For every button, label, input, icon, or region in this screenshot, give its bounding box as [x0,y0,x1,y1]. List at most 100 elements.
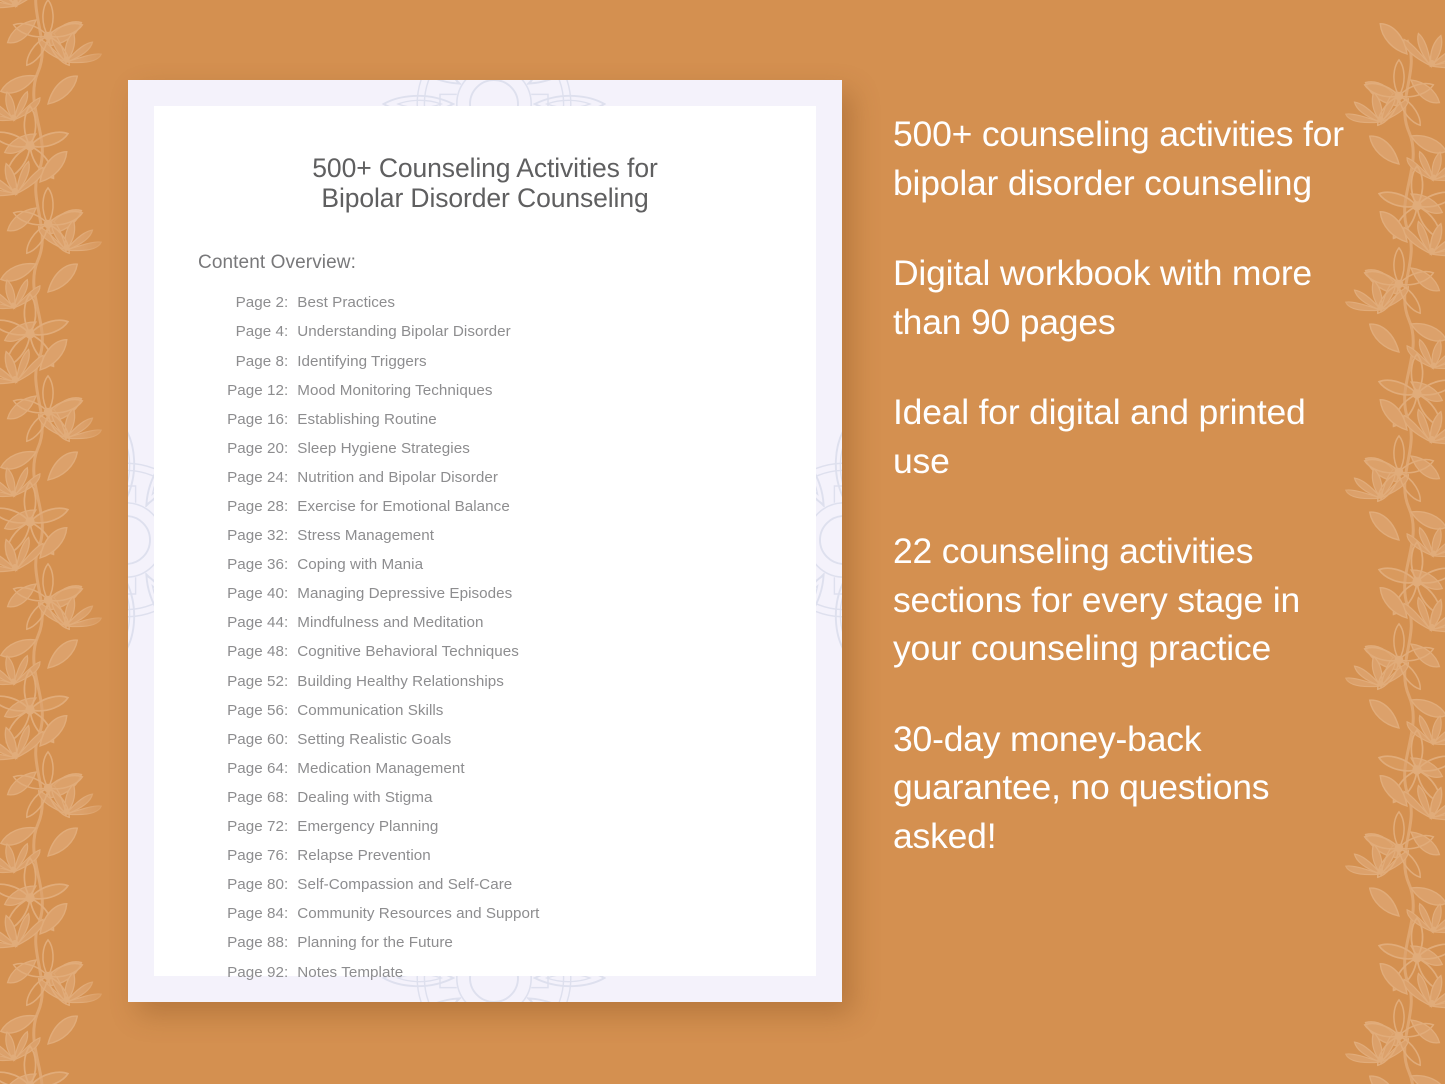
toc-separator: : [284,963,289,981]
toc-page-number: Page 4 [235,323,284,341]
toc-separator: : [284,556,289,574]
toc-separator: : [284,585,289,603]
marketing-bullet: 22 counseling activities sections for ev… [893,531,1300,668]
toc-separator: : [284,847,289,865]
toc-page-number: Page 32 [227,527,284,545]
toc-row: Page 48: Cognitive Behavioral Techniques [222,637,816,666]
toc-row: Page 2: Best Practices [222,288,816,317]
document-page: 500+ Counseling Activities for Bipolar D… [154,106,816,981]
toc-section-label: Identifying Triggers [297,352,427,370]
toc-row: Page 60: Setting Realistic Goals [222,725,816,754]
toc-section-label: Dealing with Stigma [297,788,433,806]
toc-page-number: Page 16 [227,410,284,428]
toc-row: Page 68: Dealing with Stigma [222,783,816,812]
vine-left-fade [0,0,130,1084]
table-of-contents: Page 2: Best Practices Page 4: Understandin… [222,288,816,986]
toc-separator: : [284,672,289,690]
toc-separator: : [284,439,289,457]
toc-separator: : [284,381,289,399]
toc-row: Page 28: Exercise for Emotional Balance [222,492,816,521]
toc-separator: : [284,818,289,836]
toc-separator: : [284,294,289,312]
toc-separator: : [284,759,289,777]
toc-row: Page 64: Medication Management [222,754,816,783]
toc-section-label: Understanding Bipolar Disorder [297,323,511,341]
toc-row: Page 16: Establishing Routine [222,405,816,434]
toc-separator: : [284,468,289,486]
toc-page-number: Page 88 [227,934,284,952]
toc-page-number: Page 76 [227,847,284,865]
toc-page-number: Page 64 [227,759,284,777]
toc-separator: : [284,410,289,428]
toc-section-label: Building Healthy Relationships [297,672,504,690]
toc-section-label: Managing Depressive Episodes [297,585,513,603]
toc-row: Page 92: Notes Template [222,958,816,987]
toc-section-label: Exercise for Emotional Balance [297,498,510,515]
toc-row: Page 52: Building Healthy Relationships [222,667,816,696]
toc-section-label: Relapse Prevention [297,847,431,865]
toc-row: Page 36: Coping with Mania [222,550,816,579]
toc-row: Page 12: Mood Monitoring Techniques [222,376,816,405]
marketing-bullet: Digital workbook with more than 90 pages [893,253,1312,342]
toc-separator: : [284,323,289,341]
toc-page-number: Page 92 [227,963,284,981]
toc-page-number: Page 12 [227,381,284,399]
toc-page-number: Page 2 [235,294,284,312]
toc-section-label: Mood Monitoring Techniques [297,381,493,399]
toc-section-label: Stress Management [297,527,435,545]
toc-row: Page 44: Mindfulness and Meditation [222,608,816,637]
toc-page-number: Page 20 [227,439,284,457]
toc-page-number: Page 80 [227,876,284,894]
toc-page-number: Page 8 [235,352,284,370]
toc-page-number: Page 40 [227,585,284,603]
toc-section-label: Emergency Planning [297,818,439,836]
toc-row: Page 40: Managing Depressive Episodes [222,579,816,608]
toc-section-label: Establishing Routine [297,410,437,428]
toc-page-number: Page 52 [227,672,284,690]
toc-section-label: Nutrition and Bipolar Disorder [297,468,498,486]
marketing-bullet-list: 500+ counseling activities for bipolar d… [893,110,1363,860]
toc-row: Page 84: Community Resources and Support [222,899,816,928]
toc-separator: : [284,701,289,719]
toc-section-label: Setting Realistic Goals [297,730,452,748]
toc-row: Page 4: Understanding Bipolar Disorder [222,317,816,346]
toc-row: Page 76: Relapse Prevention [222,841,816,870]
toc-separator: : [284,876,289,894]
toc-separator: : [284,934,289,952]
toc-page-number: Page 84 [227,905,284,923]
toc-row: Page 8: Identifying Triggers [222,347,816,376]
toc-separator: : [284,352,289,370]
toc-page-number: Page 56 [227,701,284,719]
toc-separator: : [284,730,289,748]
toc-row: Page 32: Stress Management [222,521,816,550]
toc-row: Page 20: Sleep Hygiene Strategies [222,434,816,463]
toc-section-label: Cognitive Behavioral Techniques [297,643,519,661]
toc-separator: : [284,498,289,515]
marketing-bullet: Ideal for digital and printed use [893,392,1306,481]
toc-page-number: Page 68 [227,788,284,806]
toc-section-label: Self-Compassion and Self-Care [297,876,513,894]
toc-page-number: Page 72 [227,818,284,836]
marketing-bullet: 30-day money-back guarantee, no question… [893,718,1270,856]
toc-section-label: Best Practices [297,294,396,312]
toc-row: Page 72: Emergency Planning [222,812,816,841]
toc-section-label: Mindfulness and Meditation [297,614,484,632]
toc-separator: : [284,788,289,806]
toc-page-number: Page 24 [227,468,284,486]
toc-page-number: Page 60 [227,730,284,748]
toc-separator: : [284,527,289,545]
toc-section-label: Sleep Hygiene Strategies [297,439,470,457]
toc-page-number: Page 44 [227,614,284,632]
marketing-bullet: 500+ counseling activities for bipolar d… [893,114,1344,203]
product-mockup-card: 500+ Counseling Activities for Bipolar D… [128,80,842,1002]
toc-section-label: Planning for the Future [297,934,453,952]
toc-section-label: Notes Template [297,963,404,981]
toc-section-label: Coping with Mania [297,556,424,574]
toc-row: Page 88: Planning for the Future [222,928,816,957]
toc-separator: : [284,905,289,923]
content-overview-heading: Content Overview: [198,252,356,274]
toc-section-label: Communication Skills [297,701,444,719]
toc-separator: : [284,643,289,661]
toc-page-number: Page 36 [227,556,284,574]
toc-row: Page 24: Nutrition and Bipolar Disorder [222,463,816,492]
